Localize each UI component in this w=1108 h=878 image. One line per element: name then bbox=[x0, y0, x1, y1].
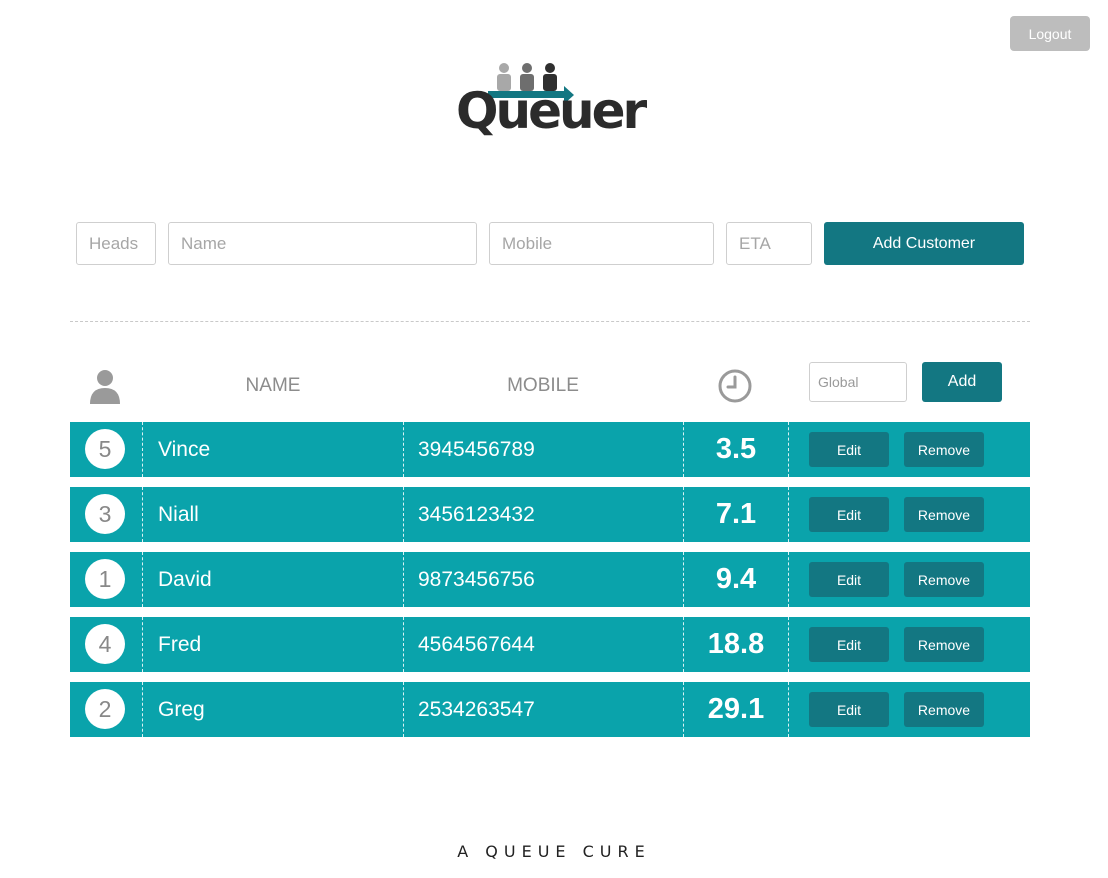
edit-button[interactable]: Edit bbox=[809, 497, 889, 532]
header-name: NAME bbox=[245, 375, 301, 396]
customer-eta: 7.1 bbox=[715, 498, 757, 530]
table-row: 2 Greg 2534263547 29.1 Edit Remove bbox=[70, 682, 1030, 737]
table-row: 3 Niall 3456123432 7.1 Edit Remove bbox=[70, 487, 1030, 542]
heads-badge: 3 bbox=[85, 494, 125, 534]
remove-button[interactable]: Remove bbox=[904, 562, 984, 597]
customer-mobile: 2534263547 bbox=[418, 697, 535, 721]
heads-input[interactable] bbox=[76, 222, 156, 265]
customer-name: David bbox=[158, 567, 212, 591]
edit-button[interactable]: Edit bbox=[809, 562, 889, 597]
remove-button[interactable]: Remove bbox=[904, 432, 984, 467]
heads-badge: 1 bbox=[85, 559, 125, 599]
customer-eta: 3.5 bbox=[715, 433, 757, 465]
customer-name: Niall bbox=[158, 502, 199, 526]
global-input[interactable] bbox=[809, 362, 907, 402]
add-customer-button[interactable]: Add Customer bbox=[824, 222, 1024, 265]
person-icon bbox=[90, 370, 120, 404]
section-divider bbox=[70, 321, 1030, 322]
customer-mobile: 3456123432 bbox=[418, 502, 535, 526]
customer-name: Vince bbox=[158, 437, 211, 461]
clock-icon bbox=[718, 369, 752, 403]
name-input[interactable] bbox=[168, 222, 477, 265]
remove-button[interactable]: Remove bbox=[904, 692, 984, 727]
customer-eta: 9.4 bbox=[715, 563, 757, 595]
table-row: 5 Vince 3945456789 3.5 Edit Remove bbox=[70, 422, 1030, 477]
mobile-input[interactable] bbox=[489, 222, 714, 265]
edit-button[interactable]: Edit bbox=[809, 692, 889, 727]
header-mobile: MOBILE bbox=[507, 375, 579, 396]
tagline: A QUEUE CURE bbox=[457, 842, 651, 861]
customer-mobile: 3945456789 bbox=[418, 437, 535, 461]
customer-name: Fred bbox=[158, 632, 202, 656]
eta-input[interactable] bbox=[726, 222, 812, 265]
logo-text: Queuer bbox=[456, 82, 647, 140]
logout-button[interactable]: Logout bbox=[1010, 16, 1090, 51]
customer-eta: 18.8 bbox=[707, 628, 765, 660]
remove-button[interactable]: Remove bbox=[904, 497, 984, 532]
heads-badge: 4 bbox=[85, 624, 125, 664]
edit-button[interactable]: Edit bbox=[809, 627, 889, 662]
customer-mobile: 4564567644 bbox=[418, 632, 535, 656]
table-row: 4 Fred 4564567644 18.8 Edit Remove bbox=[70, 617, 1030, 672]
queuer-logo: Queuer bbox=[454, 60, 654, 150]
customer-mobile: 9873456756 bbox=[418, 567, 535, 591]
global-add-button[interactable]: Add bbox=[922, 362, 1002, 402]
edit-button[interactable]: Edit bbox=[809, 432, 889, 467]
customer-name: Greg bbox=[158, 697, 205, 721]
customer-eta: 29.1 bbox=[707, 693, 765, 725]
queue-table: 5 Vince 3945456789 3.5 Edit Remove 3 Nia… bbox=[70, 422, 1030, 747]
remove-button[interactable]: Remove bbox=[904, 627, 984, 662]
heads-badge: 2 bbox=[85, 689, 125, 729]
heads-badge: 5 bbox=[85, 429, 125, 469]
table-row: 1 David 9873456756 9.4 Edit Remove bbox=[70, 552, 1030, 607]
